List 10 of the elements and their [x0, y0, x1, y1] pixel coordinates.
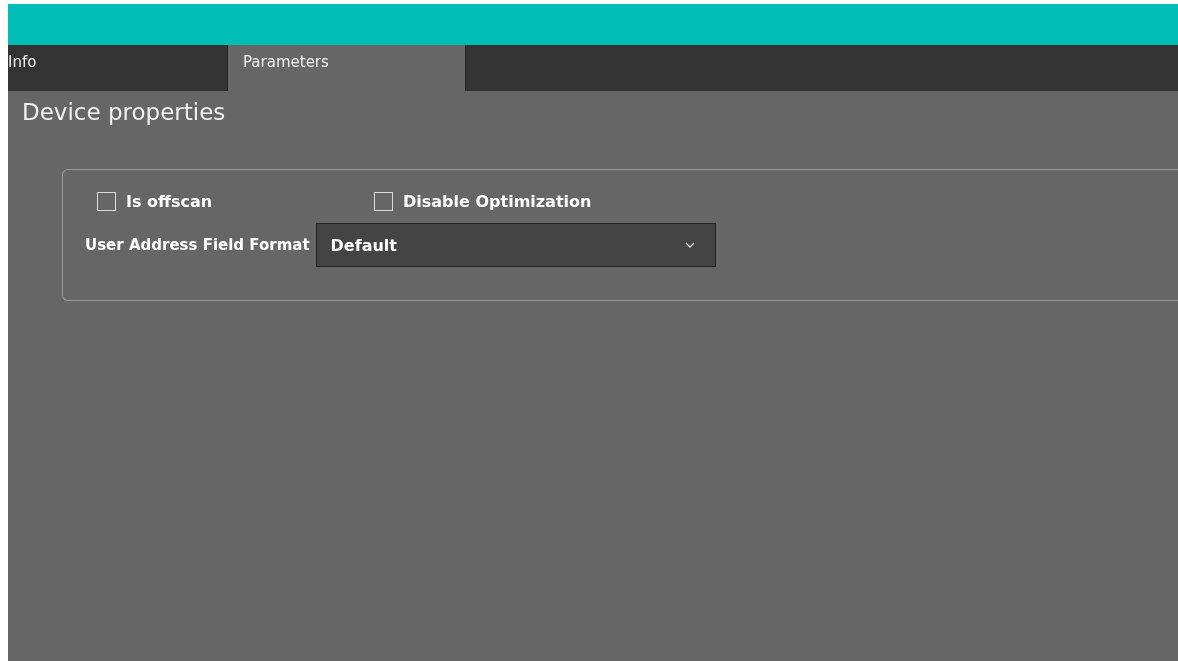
field-label: User Address Field Format [85, 236, 310, 254]
tab[interactable]: Parameters [228, 45, 466, 91]
tab[interactable]: Info [8, 45, 228, 91]
section-title: Device properties [21, 98, 226, 125]
chevron-down-icon [684, 242, 695, 248]
checkbox[interactable] [374, 192, 393, 211]
checkbox[interactable] [97, 192, 116, 211]
checkbox-option[interactable]: Is offscan [97, 192, 374, 211]
checkbox-option[interactable]: Disable Optimization [374, 192, 592, 211]
format-dropdown[interactable]: Default [315, 223, 716, 267]
